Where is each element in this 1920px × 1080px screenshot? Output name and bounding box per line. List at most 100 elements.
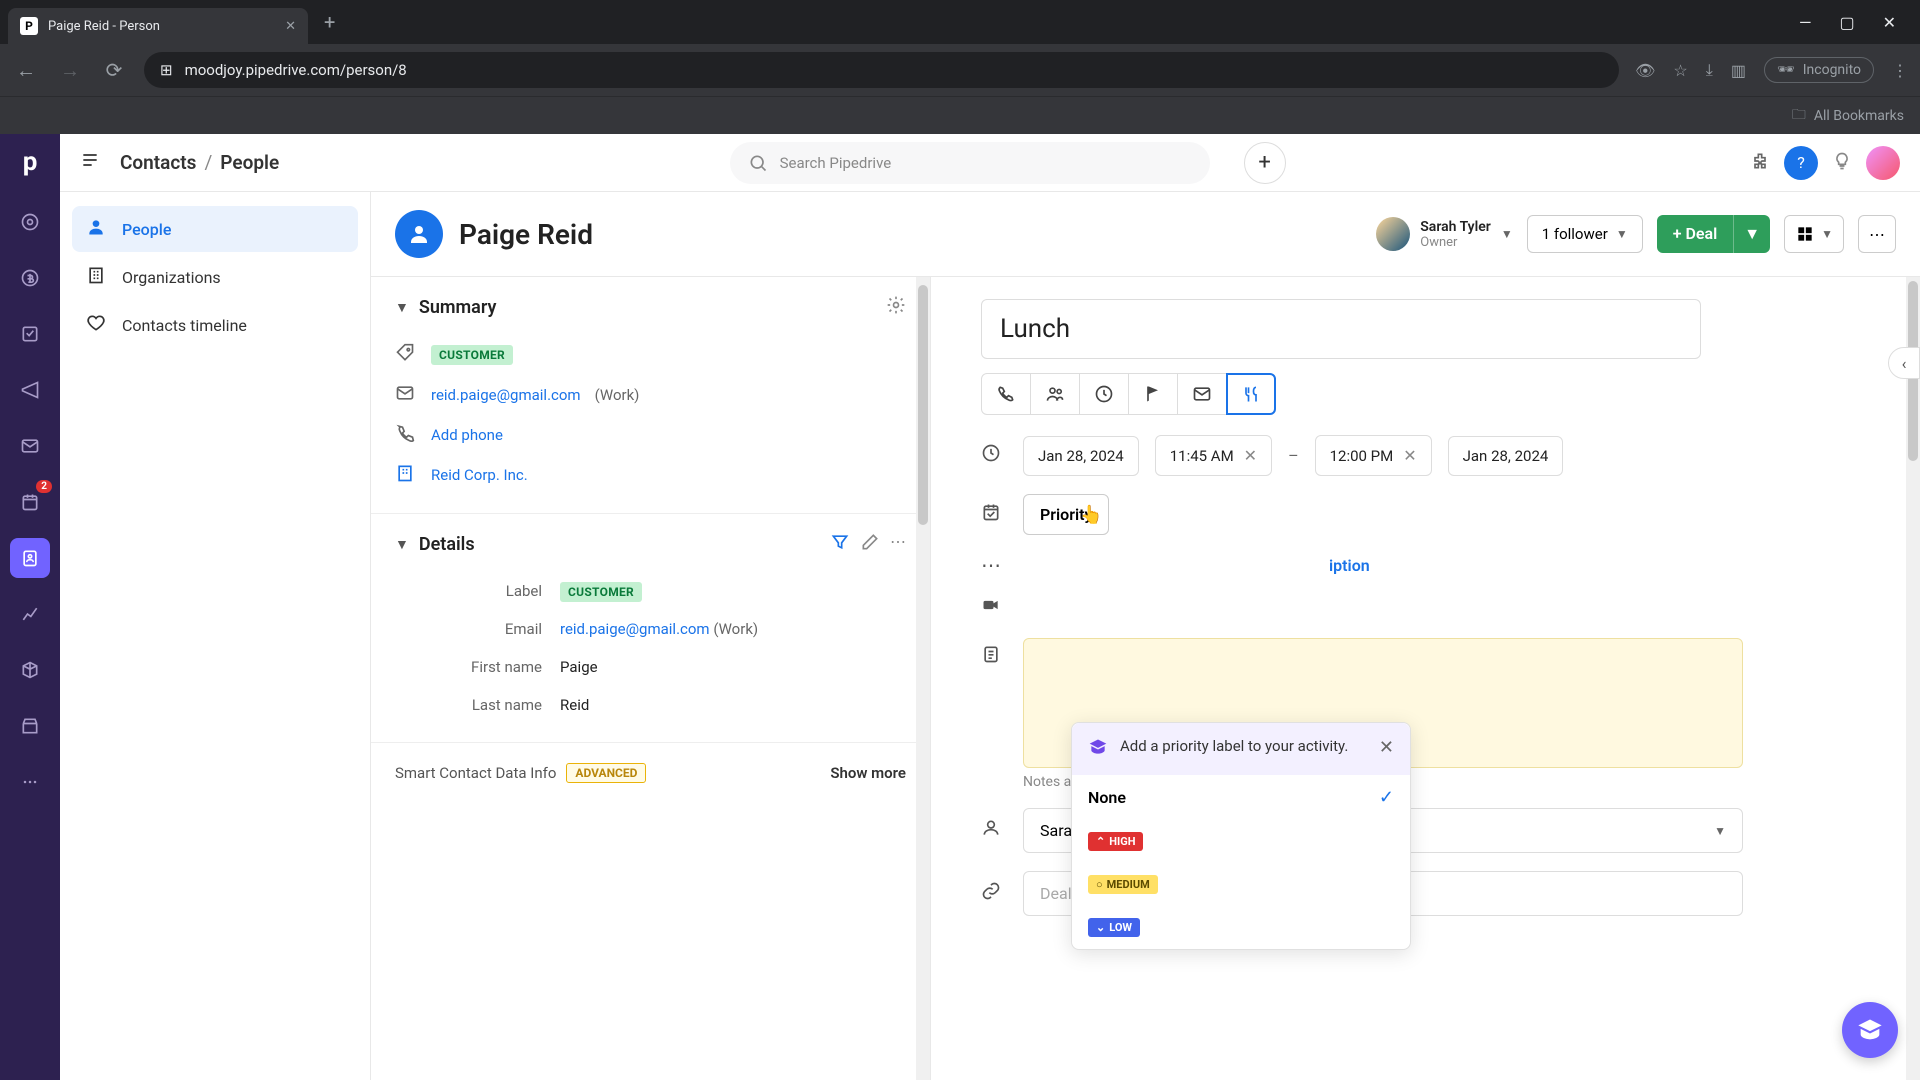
rail-item-more[interactable] [10,762,50,802]
rail-item-mail[interactable] [10,426,50,466]
scrollbar[interactable] [916,277,930,1080]
priority-option-low[interactable]: ⌄LOW [1072,906,1410,949]
priority-option-high[interactable]: ⌃HIGH [1072,820,1410,863]
sidebar-toggle-icon[interactable] [80,150,100,175]
priority-button[interactable]: Priority 👆 [1023,494,1109,535]
collapse-panel-button[interactable]: ‹ [1888,347,1920,379]
sidebar-item-organizations[interactable]: Organizations [72,254,358,300]
window-minimize-icon[interactable]: — [1799,13,1812,32]
activity-title-input[interactable]: Lunch [981,299,1701,359]
advanced-badge: ADVANCED [566,763,646,783]
incognito-icon: 🕶 [1777,62,1795,78]
nav-reload-icon[interactable]: ⟳ [100,58,128,82]
help-fab[interactable] [1842,1002,1898,1058]
rail-item-products[interactable] [10,650,50,690]
deal-dropdown-button[interactable]: ▼ [1733,215,1770,253]
nav-forward-icon[interactable]: → [56,58,84,83]
start-date-input[interactable]: Jan 28, 2024 [1023,436,1139,476]
quick-add-button[interactable]: + [1244,142,1286,184]
gear-icon[interactable] [886,295,906,319]
customer-tag[interactable]: CUSTOMER [431,345,513,365]
end-time-input[interactable]: 12:00 PM✕ [1315,435,1432,476]
more-icon[interactable]: ⋯ [890,532,906,556]
rail-item-contacts[interactable] [10,538,50,578]
search-input[interactable]: Search Pipedrive [730,142,1210,184]
chevron-down-icon: ▼ [1616,227,1628,241]
activity-type-deadline[interactable] [1128,373,1178,415]
window-maximize-icon[interactable]: ▢ [1839,13,1854,32]
breadcrumb-current: People [220,151,279,174]
activity-type-task[interactable] [1079,373,1129,415]
topbar: Contacts / People Search Pipedrive + ? [60,134,1920,192]
sidebar-item-people[interactable]: People [72,206,358,252]
rail-item-activities[interactable]: 2 [10,482,50,522]
clear-icon[interactable]: ✕ [1244,446,1257,465]
rail-item-projects[interactable] [10,314,50,354]
tab-title: Paige Reid - Person [48,19,160,34]
nav-back-icon[interactable]: ← [12,58,40,83]
cursor-icon: 👆 [1080,504,1102,525]
email-link[interactable]: reid.paige@gmail.com [431,386,581,404]
download-icon[interactable]: ⤓ [1706,60,1713,80]
collapse-icon[interactable]: ▼ [395,536,409,553]
followers-button[interactable]: 1 follower ▼ [1527,215,1643,253]
collapse-icon[interactable]: ▼ [395,299,409,316]
start-time-input[interactable]: 11:45 AM✕ [1155,435,1272,476]
browser-tab[interactable]: P Paige Reid - Person ✕ [8,8,308,44]
activity-type-lunch[interactable] [1226,373,1276,415]
breadcrumb-root[interactable]: Contacts [120,151,196,174]
rail-item-marketplace[interactable] [10,706,50,746]
mail-icon [395,383,417,407]
add-deal-button[interactable]: + Deal [1657,215,1734,253]
rail-item-deals[interactable] [10,258,50,298]
activity-type-call[interactable] [981,373,1031,415]
user-avatar[interactable] [1866,146,1900,180]
check-icon: ✓ [1379,787,1394,808]
window-close-icon[interactable]: ✕ [1883,13,1896,32]
chevrons-down-icon: ⌄ [1096,921,1105,934]
add-phone-link[interactable]: Add phone [431,426,503,444]
rail-badge: 2 [36,480,52,493]
bulb-icon[interactable] [1832,151,1852,175]
rail-item-campaigns[interactable] [10,370,50,410]
site-settings-icon[interactable]: ⊞ [160,61,173,79]
tab-favicon: P [20,17,38,35]
all-bookmarks-link[interactable]: All Bookmarks [1814,108,1904,124]
rail-item-leads[interactable] [10,202,50,242]
browser-menu-icon[interactable]: ⋮ [1892,61,1908,80]
end-date-input[interactable]: Jan 28, 2024 [1448,436,1564,476]
section-title-details: Details [419,534,475,555]
owner-selector[interactable]: Sarah Tyler Owner ▼ [1376,217,1512,251]
new-tab-button[interactable]: + [316,10,343,34]
clear-icon[interactable]: ✕ [1403,446,1416,465]
priority-option-medium[interactable]: ○MEDIUM [1072,863,1410,906]
person-avatar [395,210,443,258]
priority-option-none[interactable]: None ✓ [1072,775,1410,820]
layout-button[interactable]: ▼ [1784,215,1844,253]
sidebar-item-timeline[interactable]: Contacts timeline [72,302,358,348]
filter-icon[interactable] [830,532,850,556]
rail-item-insights[interactable] [10,594,50,634]
folder-icon: 🗀 [1792,104,1806,128]
star-icon[interactable]: ☆ [1673,61,1687,80]
incognito-badge[interactable]: 🕶 Incognito [1764,57,1874,83]
org-link[interactable]: Reid Corp. Inc. [431,466,528,484]
eye-off-icon[interactable]: 👁 [1635,61,1655,80]
panel-icon[interactable]: ▥ [1731,61,1746,80]
show-more-link[interactable]: Show more [830,764,906,782]
edit-icon[interactable] [860,532,880,556]
help-button[interactable]: ? [1784,146,1818,180]
activity-type-meeting[interactable] [1030,373,1080,415]
close-icon[interactable]: ✕ [1379,737,1394,758]
activity-type-email[interactable] [1177,373,1227,415]
scrollbar[interactable] [1906,277,1920,1080]
more-actions-button[interactable]: ⋯ [1858,215,1896,253]
extensions-icon[interactable] [1750,151,1770,175]
description-link[interactable]: iption [1329,556,1370,575]
building-icon [86,265,108,289]
busy-icon [981,502,1007,527]
tab-close-icon[interactable]: ✕ [285,19,296,34]
page-title: Paige Reid [459,218,593,251]
pipedrive-logo[interactable]: p [14,146,46,178]
url-input[interactable]: ⊞ moodjoy.pipedrive.com/person/8 [144,52,1619,88]
